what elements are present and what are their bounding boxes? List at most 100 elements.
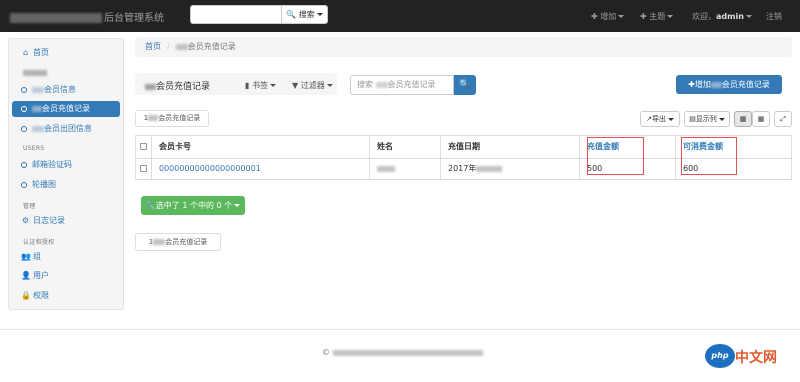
sidebar-item-email-code[interactable]: 邮箱验证码 [9, 157, 125, 173]
home-icon: ⌂ [22, 48, 29, 57]
chevron-down-icon [745, 15, 752, 18]
sidebar-item-label: 首页 [33, 48, 49, 57]
fullscreen-button[interactable]: ⤢ [774, 111, 792, 127]
tag-label: 会员充值记录 [158, 114, 201, 122]
redacted-text [476, 165, 503, 172]
sidebar-item-home[interactable]: ⌂ 首页 [9, 45, 125, 61]
page-title-bar: 会员充值记录 ▮ 书签 ▼ 过滤器 [135, 73, 337, 95]
redacted-text [32, 105, 42, 112]
chevron-down-icon [718, 117, 725, 121]
plus-icon: ✚ [688, 80, 695, 89]
select-all-checkbox[interactable] [140, 143, 147, 150]
bookmark-label: 书签 [251, 81, 268, 90]
redacted-text [32, 86, 44, 93]
grid-icon: ▦ [757, 115, 765, 123]
sidebar-item-user[interactable]: 👤 用户 [9, 268, 125, 284]
grid-view-button[interactable]: ▦ [752, 111, 770, 127]
chevron-down-icon [326, 84, 333, 87]
redacted-text [375, 81, 388, 88]
sidebar-item-recharge-record[interactable]: 会员充值记录 [12, 101, 120, 117]
bookmark-menu[interactable]: ▮ 书签 [245, 80, 276, 91]
sidebar-item-label: 组 [33, 252, 41, 261]
logout-link[interactable]: 注销 [766, 11, 782, 22]
add-button-prefix: 增加 [694, 80, 711, 89]
sidebar-item-group-info[interactable]: 会员出团信息 [9, 121, 125, 137]
chevron-down-icon [618, 15, 625, 18]
breadcrumb: 首页 / 会员充值记录 [135, 37, 792, 57]
redacted-text [332, 349, 483, 356]
breadcrumb-home-link[interactable]: 首页 [145, 42, 161, 51]
sidebar-item-label: 会员出团信息 [44, 124, 92, 133]
name-cell [370, 158, 441, 180]
table-view-icon: ▦ [739, 115, 747, 123]
sidebar-item-label: 用户 [33, 271, 49, 280]
theme-menu[interactable]: ✚ 主题 [640, 11, 674, 22]
username: admin [716, 12, 744, 21]
search-input[interactable]: 搜索 会员充值记录 [350, 75, 454, 95]
highlight-box-spendable [681, 137, 737, 175]
columns-button[interactable]: ▤显示列 [684, 111, 730, 127]
sidebar-item-log-record[interactable]: ⚙ 日志记录 [9, 213, 125, 229]
chevron-down-icon [667, 15, 674, 18]
sidebar: ⌂ 首页 会员信息 会员充值记录 会员出团信息 USERS 邮箱验证码 轮播图 管… [8, 38, 124, 310]
circle-icon [21, 161, 27, 168]
add-record-button[interactable]: ✚增加 会员充值记录 [676, 75, 782, 94]
navbar-search-label: 搜索 [298, 10, 315, 19]
sidebar-item-label: 会员信息 [44, 85, 76, 94]
page-title: 会员充值记录 [145, 79, 210, 92]
chevron-down-icon [667, 117, 674, 121]
sidebar-item-group[interactable]: 👥 组 [9, 249, 125, 265]
navbar-search-input[interactable] [190, 5, 282, 24]
selection-actions-button[interactable]: 🔧选中了 1 个中的 0 个 [141, 196, 245, 215]
circle-icon [21, 105, 27, 112]
brand-suffix: 后台管理系统 [104, 13, 164, 24]
users-icon: 👥 [21, 252, 31, 261]
search-button[interactable]: 🔍 [454, 75, 476, 95]
columns-icon: ▤ [689, 115, 696, 123]
export-button[interactable]: ↗导出 [640, 111, 680, 127]
search-placeholder: 搜索 [357, 80, 373, 89]
highlight-box-amount [587, 137, 644, 175]
navbar-search-button[interactable]: 🔍 搜索 [282, 5, 328, 24]
user-menu[interactable]: 欢迎，admin [692, 11, 752, 22]
date-prefix: 2017年 [448, 164, 477, 173]
sidebar-item-carousel[interactable]: 轮播图 [9, 177, 125, 193]
theme-icon: ✚ [640, 12, 647, 21]
welcome-label: 欢迎， [692, 12, 716, 21]
card-no-link[interactable]: 00000000000000000001 [159, 164, 261, 173]
brand[interactable]: 后台管理系统 [10, 9, 164, 24]
date-cell: 2017年 [441, 158, 580, 180]
search-icon: 🔍 [286, 10, 297, 19]
wrench-icon: 🔧 [145, 201, 156, 210]
column-header-date[interactable]: 充值日期 [441, 136, 580, 158]
search-placeholder-suffix: 会员充值记录 [387, 80, 436, 89]
cog-icon: ⚙ [21, 216, 30, 225]
copyright: © [322, 348, 483, 357]
lock-icon: 🔒 [21, 291, 31, 300]
sidebar-item-member-info[interactable]: 会员信息 [9, 82, 125, 98]
selection-label: 选中了 1 个中的 0 个 [155, 201, 233, 210]
book-icon: ▮ [245, 81, 250, 90]
redacted-text [710, 81, 722, 88]
column-header-card-no[interactable]: 会员卡号 [152, 136, 370, 158]
result-count-tag[interactable]: 1 会员充值记录 [135, 110, 209, 127]
redacted-text [32, 125, 44, 132]
sidebar-section-heading: 认证和授权 [23, 239, 55, 246]
breadcrumb-current: 会员充值记录 [187, 42, 236, 51]
expand-icon: ⤢ [780, 115, 786, 123]
footer: © [0, 329, 800, 382]
table-view-button[interactable]: ▦ [734, 111, 752, 127]
filter-menu[interactable]: ▼ 过滤器 [292, 80, 333, 91]
add-menu[interactable]: ✚ 增加 [591, 11, 625, 22]
filter-icon: ▼ [292, 81, 299, 90]
column-header-name[interactable]: 姓名 [370, 136, 441, 158]
php-logo: php [705, 344, 735, 368]
export-label: 导出 [651, 115, 666, 123]
sidebar-item-permission[interactable]: 🔒 权限 [9, 288, 125, 304]
bottom-count-tag[interactable]: 1 会员充值记录 [135, 233, 221, 251]
redacted-text [153, 239, 166, 245]
top-navbar: 后台管理系统 🔍 搜索 ✚ 增加 ✚ 主题 欢迎，admin 注销 [0, 0, 800, 32]
add-menu-label: 增加 [600, 12, 617, 21]
row-checkbox[interactable] [140, 165, 147, 172]
chevron-down-icon [234, 204, 241, 207]
